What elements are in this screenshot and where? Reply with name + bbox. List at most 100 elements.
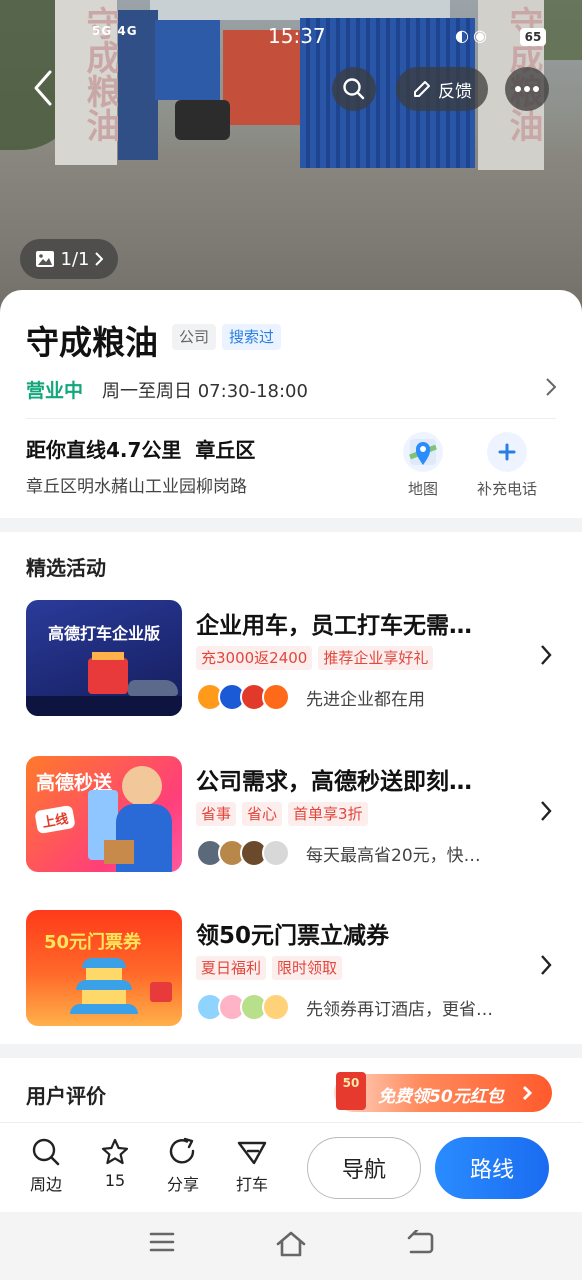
activity-tags: 充3000返2400 推荐企业享好礼 bbox=[196, 646, 434, 670]
activity-item[interactable]: 50元门票券 领50元门票立减券 夏日福利 限时领取 先领券再订酒店，更省… bbox=[26, 910, 556, 1028]
activity-tag: 推荐企业享好礼 bbox=[318, 646, 434, 670]
activity-tag: 省事 bbox=[196, 802, 237, 826]
add-phone-label: 补充电话 bbox=[476, 480, 537, 498]
photo-tires bbox=[175, 100, 230, 140]
search-button[interactable] bbox=[332, 67, 376, 111]
map-pin-icon bbox=[403, 432, 443, 472]
taxi-label: 打车 bbox=[235, 1175, 268, 1194]
reviews-title: 用户评价 bbox=[26, 1084, 106, 1108]
pagoda-roof bbox=[82, 958, 126, 968]
distance: 距你直线4.7公里 bbox=[26, 438, 182, 462]
open-status: 营业中 bbox=[26, 380, 84, 402]
menu-button[interactable] bbox=[148, 1230, 176, 1258]
section-title: 精选活动 bbox=[26, 556, 106, 580]
activity-tags: 夏日福利 限时领取 bbox=[196, 956, 343, 980]
map-button[interactable]: 地图 bbox=[383, 432, 463, 499]
activity-thumbnail: 高德秒送 上线 bbox=[26, 756, 182, 872]
back-button[interactable] bbox=[32, 68, 72, 112]
activity-thumbnail: 50元门票券 bbox=[26, 910, 182, 1026]
pagoda-level bbox=[86, 968, 122, 980]
thumb-badge: 上线 bbox=[34, 804, 76, 835]
star-icon bbox=[101, 1138, 129, 1165]
activity-subtitle: 每天最高省20元，快… bbox=[306, 845, 481, 866]
bottom-action-bar: 周边 15 分享 打车 导航 路线 bbox=[0, 1122, 582, 1212]
activity-title: 企业用车，员工打车无需… bbox=[196, 613, 472, 639]
status-icons: ◐◉ bbox=[455, 26, 491, 45]
distance-line: 距你直线4.7公里 章丘区 bbox=[26, 434, 255, 463]
car-shape bbox=[128, 680, 178, 696]
share-icon bbox=[169, 1137, 195, 1164]
poi-title: 守成粮油 bbox=[26, 323, 158, 362]
more-dots-icon bbox=[515, 86, 539, 92]
activity-item[interactable]: 高德打车企业版 企业用车，员工打车无需… 充3000返2400 推荐企业享好礼 … bbox=[26, 600, 556, 718]
home-icon bbox=[276, 1231, 306, 1257]
activity-thumbnail: 高德打车企业版 bbox=[26, 600, 182, 716]
status-time: 15:37 bbox=[268, 24, 326, 48]
image-icon bbox=[35, 251, 54, 267]
chevron-right-icon bbox=[541, 645, 552, 665]
nearby-button[interactable]: 周边 bbox=[16, 1137, 76, 1195]
activity-tag: 限时领取 bbox=[272, 956, 343, 980]
chevron-right-icon bbox=[541, 955, 552, 975]
business-hours-row[interactable]: 营业中 周一至周日 07:30-18:00 bbox=[26, 376, 556, 406]
menu-icon bbox=[149, 1232, 175, 1252]
battery-indicator: 65 bbox=[520, 28, 546, 46]
photo-counter-button[interactable]: 1/1 bbox=[20, 239, 118, 279]
activity-tag: 省心 bbox=[242, 802, 283, 826]
home-button[interactable] bbox=[275, 1230, 307, 1262]
chevron-right-icon bbox=[522, 1085, 532, 1101]
courier-head bbox=[122, 766, 162, 806]
activity-subtitle-row: 先进企业都在用 bbox=[196, 682, 425, 712]
taxi-icon bbox=[237, 1141, 267, 1165]
favorite-button[interactable]: 15 bbox=[85, 1137, 145, 1190]
brand-logo bbox=[262, 683, 290, 711]
pagoda-level bbox=[82, 990, 126, 1004]
red-packet-promo[interactable]: 50 免费领50元红包 bbox=[334, 1072, 552, 1112]
poi-info-card: 守成粮油 公司 搜索过 营业中 周一至周日 07:30-18:00 距你直线4.… bbox=[0, 290, 582, 518]
activity-subtitle-row: 先领券再订酒店，更省… bbox=[196, 992, 493, 1022]
more-button[interactable] bbox=[505, 67, 549, 111]
taxi-button[interactable]: 打车 bbox=[222, 1137, 282, 1195]
chevron-left-icon bbox=[34, 70, 52, 106]
promo-badge: 50 bbox=[342, 1076, 360, 1090]
gift-box bbox=[150, 982, 172, 1002]
chevron-right-icon bbox=[95, 252, 104, 266]
thumb-label: 高德打车企业版 bbox=[48, 624, 161, 643]
activity-title: 公司需求，高德秒送即刻… bbox=[196, 769, 472, 795]
back-system-button[interactable] bbox=[405, 1228, 435, 1260]
navigate-button[interactable]: 导航 bbox=[307, 1137, 421, 1199]
user-avatars bbox=[196, 839, 290, 867]
address: 章丘区明水赭山工业园柳岗路 bbox=[26, 477, 247, 497]
activity-tag: 充3000返2400 bbox=[196, 646, 313, 670]
brand-logos bbox=[196, 683, 290, 711]
chevron-right-icon bbox=[541, 801, 552, 821]
chevron-right-icon bbox=[546, 378, 556, 396]
share-label: 分享 bbox=[166, 1175, 199, 1194]
share-button[interactable]: 分享 bbox=[153, 1137, 213, 1195]
avatar bbox=[262, 993, 290, 1021]
favorite-count: 15 bbox=[104, 1171, 126, 1190]
feedback-button[interactable]: 反馈 bbox=[396, 67, 488, 111]
route-button[interactable]: 路线 bbox=[435, 1137, 549, 1199]
divider bbox=[26, 418, 556, 419]
activity-tag: 夏日福利 bbox=[196, 956, 267, 980]
avatar bbox=[262, 839, 290, 867]
activity-item[interactable]: 高德秒送 上线 公司需求，高德秒送即刻… 省事 省心 首单享3折 每天最高省20… bbox=[26, 756, 556, 874]
featured-activities: 精选活动 高德打车企业版 企业用车，员工打车无需… 充3000返2400 推荐企… bbox=[0, 532, 582, 1044]
plus-icon bbox=[487, 432, 527, 472]
system-navigation-bar bbox=[0, 1212, 582, 1280]
activity-title: 领50元门票立减券 bbox=[196, 923, 390, 949]
search-icon bbox=[32, 1138, 60, 1166]
red-envelope-icon: 50 bbox=[336, 1072, 366, 1110]
activity-subtitle: 先领券再订酒店，更省… bbox=[306, 999, 493, 1020]
add-phone-button[interactable]: 补充电话 bbox=[467, 432, 547, 499]
business-hours: 周一至周日 07:30-18:00 bbox=[102, 381, 308, 402]
photo-sky bbox=[150, 0, 450, 20]
activity-tags: 省事 省心 首单享3折 bbox=[196, 802, 368, 826]
back-arrow-icon bbox=[407, 1228, 434, 1254]
package-box bbox=[104, 840, 134, 864]
thumb-label: 50元门票券 bbox=[44, 932, 142, 953]
edit-icon bbox=[414, 81, 430, 97]
activity-subtitle: 先进企业都在用 bbox=[306, 689, 425, 710]
user-avatars bbox=[196, 993, 290, 1021]
